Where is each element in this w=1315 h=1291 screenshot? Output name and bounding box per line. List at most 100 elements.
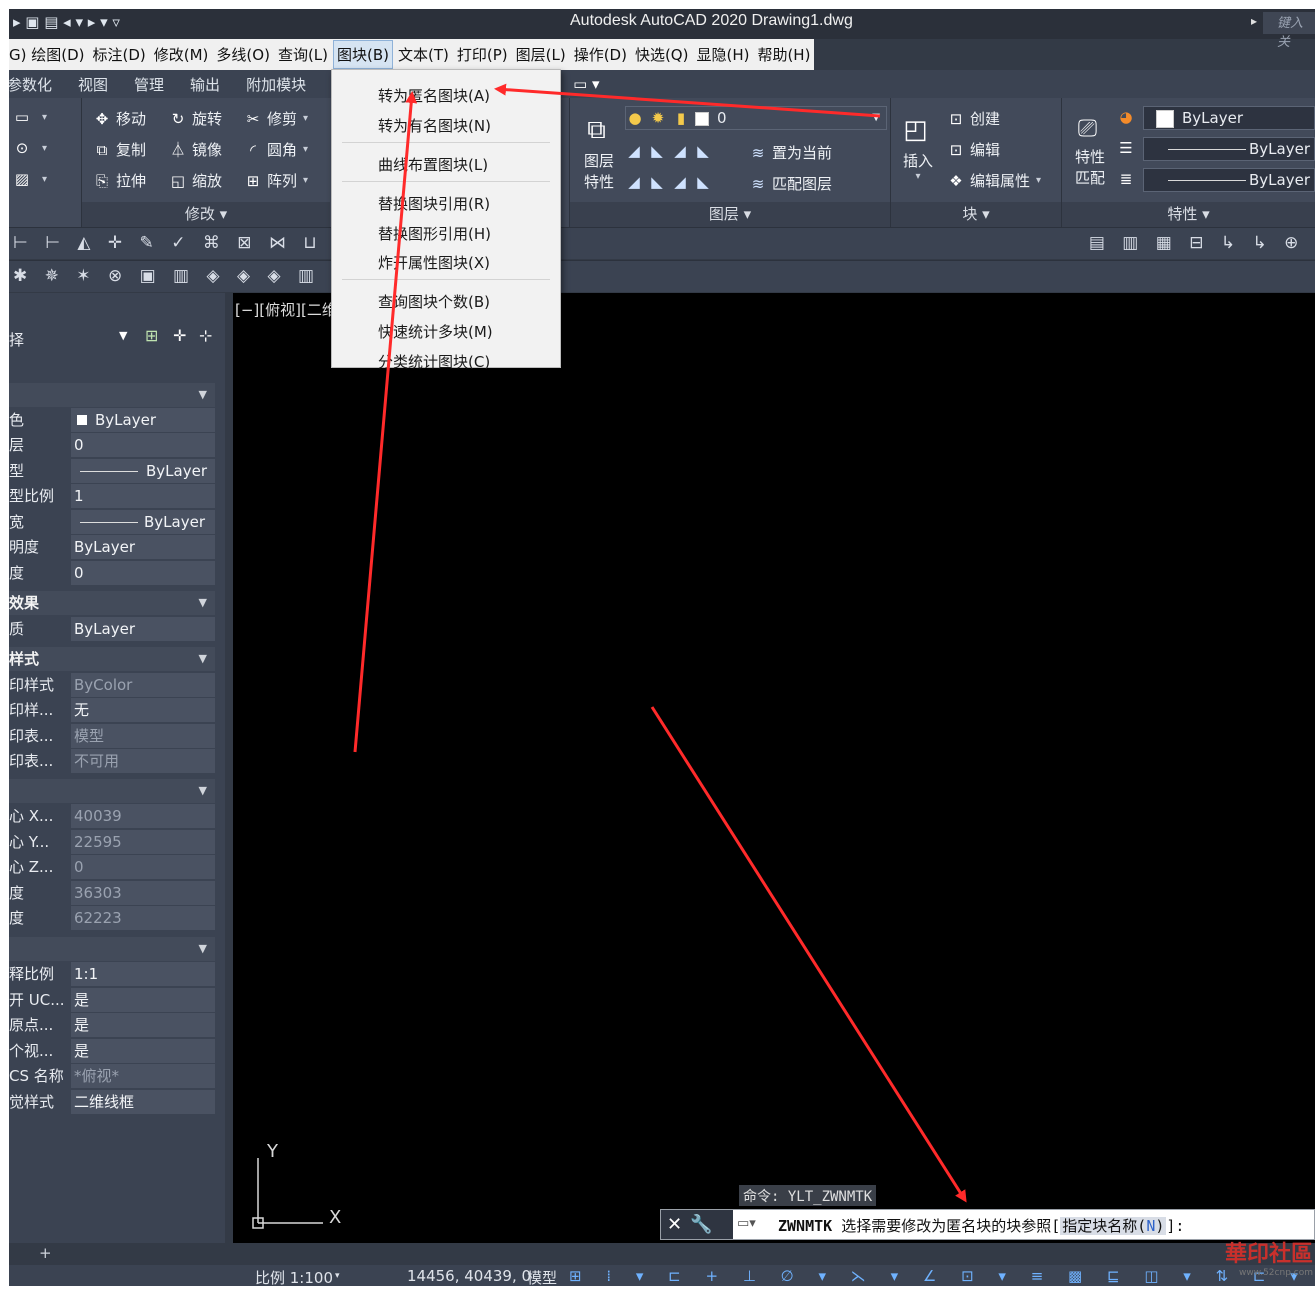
layers-panel-footer[interactable]: 图层 ▾ bbox=[570, 202, 890, 227]
mirror-button[interactable]: ⏃ 镜像 bbox=[169, 139, 222, 160]
menu-multiline[interactable]: 多线(O) bbox=[213, 41, 273, 68]
linetype-dropdown[interactable]: ByLayer bbox=[1143, 137, 1315, 161]
prop-transparency[interactable]: 明度 ByLayer bbox=[9, 535, 215, 559]
tab-parametric[interactable]: 参数化 bbox=[9, 74, 52, 95]
stretch-button[interactable]: ⎘ 拉伸 bbox=[93, 170, 146, 191]
prop-lineweight[interactable]: 宽 ByLayer bbox=[9, 510, 215, 534]
command-line[interactable]: ✕🔧 ▭▾ ZWNMTK 选择需要修改为匿名块的块参照[指定块名称(N)]: bbox=[660, 1209, 1315, 1240]
color-dropdown[interactable]: ByLayer bbox=[1143, 106, 1315, 130]
select-objects-icon[interactable]: ✛ bbox=[173, 326, 186, 345]
menu-layer[interactable]: 图层(L) bbox=[513, 41, 569, 68]
prop-linetype[interactable]: 型 ByLayer bbox=[9, 459, 215, 483]
category-general[interactable]: ▼ bbox=[9, 383, 215, 407]
drawing-canvas[interactable]: [−][俯视][二维 Y X bbox=[233, 293, 1315, 1243]
layer-tools-row-2[interactable]: ◢ ◣ ◢ ◣ bbox=[625, 173, 717, 191]
menu-dimension[interactable]: 标注(D) bbox=[90, 41, 149, 68]
category-3d-effects[interactable]: 效果 ▼ bbox=[9, 591, 215, 615]
menu-modify[interactable]: 修改(M) bbox=[151, 41, 212, 68]
icon-toolbar-1[interactable]: ⊢ ⊢ ◭ ✛ ✎ ✓ ⌘ ⊠ ⋈ ⊔ ◯ ▤ ▥ ▦ ⊟ ↳ ↳ ⊕ ⊿ ▤ … bbox=[9, 227, 1315, 259]
tab-view[interactable]: 视图 bbox=[78, 74, 108, 95]
prop-ucs-icon-on[interactable]: 开 UC... 是 bbox=[9, 988, 215, 1012]
tab-manage[interactable]: 管理 bbox=[134, 74, 164, 95]
command-input[interactable]: ZWNMTK 选择需要修改为匿名块的块参照[指定块名称(N)]: bbox=[778, 1215, 1184, 1236]
menu-query[interactable]: 查询(L) bbox=[275, 41, 331, 68]
fillet-button[interactable]: ◜ 圆角 ▾ bbox=[244, 139, 308, 160]
prop-center-z[interactable]: 心 Z... 0 bbox=[9, 855, 215, 879]
menu-item-replace-block-ref[interactable]: 替换图块引用(R) bbox=[378, 193, 490, 214]
category-plot-style[interactable]: 样式 ▼ bbox=[9, 647, 215, 671]
layer-dropdown[interactable]: ● ✹ ▮ 0 ▼ bbox=[625, 106, 887, 130]
menu-item-quick-count[interactable]: 快速统计多块(M) bbox=[378, 321, 493, 342]
array-button[interactable]: ⊞ 阵列 ▾ bbox=[244, 170, 308, 191]
prop-ucs-name[interactable]: CS 名称 *俯视* bbox=[9, 1064, 215, 1088]
prop-plot-table-type[interactable]: 印表... 不可用 bbox=[9, 749, 215, 773]
menu-text[interactable]: 文本(T) bbox=[395, 41, 452, 68]
menu-help[interactable]: 帮助(H) bbox=[754, 41, 813, 68]
prop-visual-style[interactable]: 觉样式 二维线框 bbox=[9, 1090, 215, 1114]
prop-annotation-scale[interactable]: 释比例 1:1 bbox=[9, 962, 215, 986]
modify-panel-footer[interactable]: 修改 ▾ bbox=[82, 202, 330, 227]
insert-block-button[interactable]: ◰ 插入 ▾ bbox=[897, 110, 939, 182]
layer-tools-row-1[interactable]: ◢ ◣ ◢ ◣ bbox=[625, 142, 717, 160]
quick-access-icons[interactable]: ▸ ▣ ▤ ◂ ▾ ▸ ▾ ▿ bbox=[13, 13, 120, 31]
annotation-scale[interactable]: 比例 1:100 bbox=[255, 1267, 333, 1286]
rectangle-tool[interactable]: ▭ ▾ bbox=[13, 108, 47, 126]
menu-print[interactable]: 打印(P) bbox=[454, 41, 511, 68]
prop-layer[interactable]: 层0 bbox=[9, 433, 215, 457]
tab-extra-icon[interactable]: ▭ ▾ bbox=[573, 75, 599, 93]
search-arrow-icon[interactable]: ▸ bbox=[1251, 14, 1257, 28]
toggle-pickadd-icon[interactable]: ⊹ bbox=[199, 326, 212, 345]
menu-item-curve-layout[interactable]: 曲线布置图块(L) bbox=[378, 154, 488, 175]
edit-block-button[interactable]: ⊡ 编辑 bbox=[947, 139, 1000, 160]
move-button[interactable]: ✥ 移动 bbox=[93, 108, 146, 129]
prop-color[interactable]: 色 ByLayer bbox=[9, 408, 215, 432]
copy-button[interactable]: ⧉ 复制 bbox=[93, 139, 146, 160]
wrench-icon[interactable]: 🔧 bbox=[690, 1214, 720, 1235]
menu-draw[interactable]: G) 绘图(D) bbox=[9, 41, 88, 68]
selection-filter[interactable]: 择 ▼ ⊞ ✛ ⊹ bbox=[9, 323, 225, 353]
properties-panel-footer[interactable]: 特性 ▾ bbox=[1062, 202, 1315, 227]
menu-item-replace-drawing-ref[interactable]: 替换图形引用(H) bbox=[378, 223, 491, 244]
menu-item-convert-anonymous[interactable]: 转为匿名图块(A) bbox=[378, 85, 490, 106]
prop-center-y[interactable]: 心 Y... 22595 bbox=[9, 830, 215, 854]
viewport-label[interactable]: [−][俯视][二维 bbox=[235, 299, 337, 320]
menu-operate[interactable]: 操作(D) bbox=[571, 41, 630, 68]
scale-button[interactable]: ◱ 缩放 bbox=[169, 170, 222, 191]
search-input[interactable]: 键入关 bbox=[1263, 12, 1315, 50]
block-panel-footer[interactable]: 块 ▾ bbox=[891, 202, 1061, 227]
trim-button[interactable]: ✂ 修剪 ▾ bbox=[244, 108, 308, 129]
layer-properties-button[interactable]: ⧉ 图层 特性 bbox=[577, 110, 621, 192]
match-layer-button[interactable]: ≋ 匹配图层 bbox=[749, 173, 832, 194]
filter-dropdown-icon[interactable]: ▼ bbox=[119, 329, 127, 342]
prop-height[interactable]: 度 36303 bbox=[9, 881, 215, 905]
menu-item-count-blocks[interactable]: 查询图块个数(B) bbox=[378, 291, 490, 312]
menu-quickselect[interactable]: 快选(Q) bbox=[632, 41, 692, 68]
prop-ucs-at-origin[interactable]: 原点... 是 bbox=[9, 1013, 215, 1037]
icon-toolbar-2[interactable]: ✱ ✵ ✶ ⊗ ▣ ▥ ◈ ◈ ◈ ▥ ▤ ◧ ⊣ ⊫ ⫿ // bbox=[9, 260, 1315, 292]
prop-plot-style[interactable]: 印样式 ByColor bbox=[9, 673, 215, 697]
model-space-toggle[interactable]: 模型 bbox=[527, 1267, 557, 1286]
close-icon[interactable]: ✕ bbox=[667, 1214, 690, 1235]
category-view[interactable]: ▼ bbox=[9, 779, 215, 803]
edit-attributes-button[interactable]: ❖ 编辑属性 ▾ bbox=[947, 170, 1041, 191]
quick-select-icon[interactable]: ⊞ bbox=[145, 326, 158, 345]
prop-thickness[interactable]: 度0 bbox=[9, 561, 215, 585]
circle-tool[interactable]: ⊙ ▾ bbox=[13, 139, 47, 157]
lineweight-dropdown[interactable]: ByLayer bbox=[1143, 168, 1315, 192]
menu-item-category-count[interactable]: 分类统计图块(C) bbox=[378, 351, 490, 372]
menu-item-convert-named[interactable]: 转为有名图块(N) bbox=[378, 115, 491, 136]
category-misc[interactable]: ▼ bbox=[9, 937, 215, 961]
set-current-button[interactable]: ≋ 置为当前 bbox=[749, 142, 832, 163]
command-prompt-icon[interactable]: ▭▾ bbox=[737, 1216, 756, 1231]
prop-plot-table-attached[interactable]: 印表... 模型 bbox=[9, 724, 215, 748]
prop-ucs-per-viewport[interactable]: 个视... 是 bbox=[9, 1039, 215, 1063]
match-properties-button[interactable]: ⎚ 特性 匹配 bbox=[1069, 110, 1111, 188]
tab-addins[interactable]: 附加模块 bbox=[246, 74, 306, 95]
prop-linetype-scale[interactable]: 型比例 1 bbox=[9, 484, 215, 508]
status-toggle-icons[interactable]: ⊞ ⁞ ▾ ⊏ + ⊥ ∅ ▾ ⋋ ▾ ∠ ⊡ ▾ ≡ ▩ ⊑ ◫ ▾ ⇅ ⊏ … bbox=[569, 1267, 1315, 1285]
prop-plot-style-table[interactable]: 印样... 无 bbox=[9, 698, 215, 722]
hatch-tool[interactable]: ▨ ▾ bbox=[13, 170, 47, 188]
menu-item-explode-attr-block[interactable]: 炸开属性图块(X) bbox=[378, 252, 490, 273]
command-option-name[interactable]: 指定块名称(N) bbox=[1060, 1217, 1167, 1235]
menu-block[interactable]: 图块(B) bbox=[333, 40, 393, 69]
